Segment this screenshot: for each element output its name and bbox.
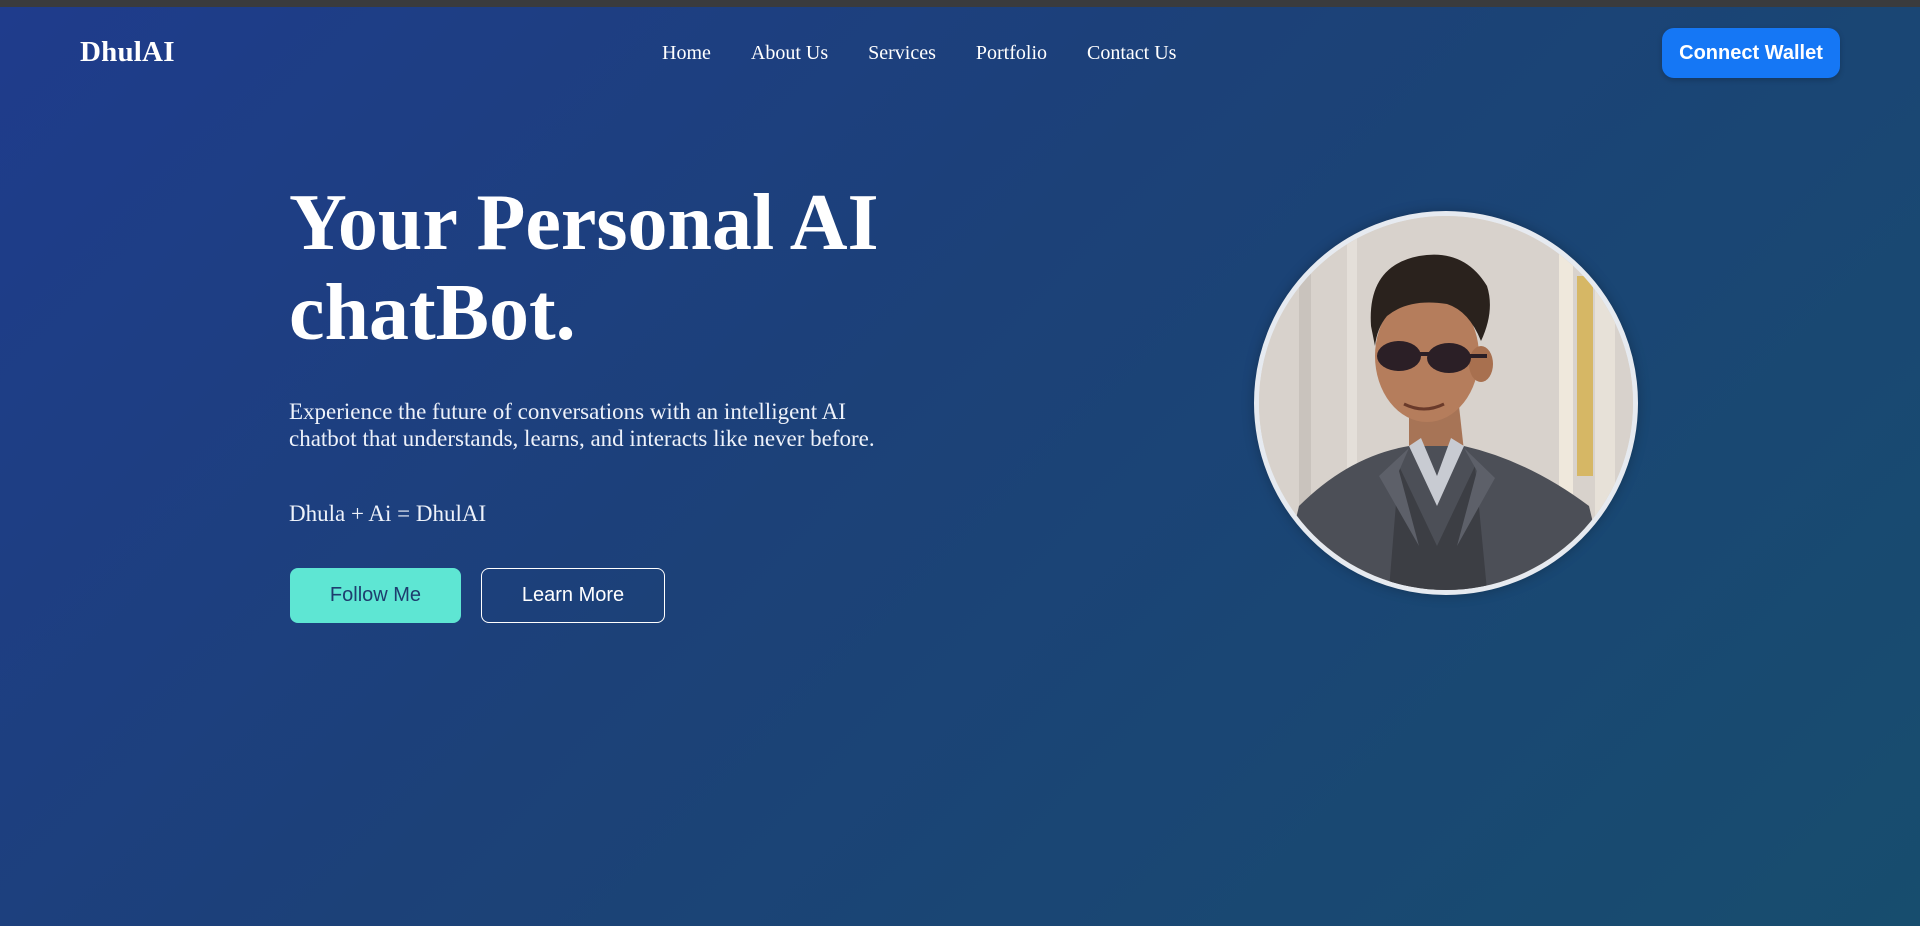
hero-description: Experience the future of conversations w… <box>289 399 875 451</box>
learn-more-button[interactable]: Learn More <box>481 568 665 623</box>
navbar: DhulAI Home About Us Services Portfolio … <box>0 7 1920 99</box>
nav-link-services[interactable]: Services <box>868 41 936 65</box>
nav-link-portfolio[interactable]: Portfolio <box>976 41 1047 65</box>
connect-wallet-button[interactable]: Connect Wallet <box>1662 28 1840 78</box>
profile-avatar <box>1254 211 1638 595</box>
hero-formula: Dhula + Ai = DhulAI <box>289 501 487 526</box>
hero-title-line-2: chatBot. <box>289 269 576 357</box>
nav-links: Home About Us Services Portfolio Contact… <box>662 41 1176 65</box>
nav-link-about-us[interactable]: About Us <box>751 41 828 65</box>
hero-title: Your Personal AI chatBot. <box>289 178 929 358</box>
hero-title-line-1: Your Personal AI <box>289 179 879 267</box>
profile-photo <box>1259 216 1633 590</box>
nav-link-contact-us[interactable]: Contact Us <box>1087 41 1176 65</box>
browser-top-strip <box>0 0 1920 7</box>
follow-me-button[interactable]: Follow Me <box>290 568 461 623</box>
brand-logo[interactable]: DhulAI <box>80 34 175 70</box>
nav-link-home[interactable]: Home <box>662 41 711 65</box>
